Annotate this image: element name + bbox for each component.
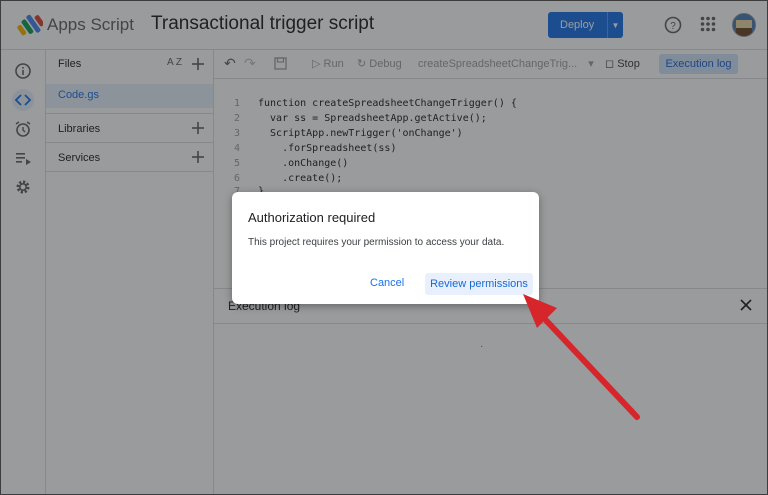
app-window: Apps Script Transactional trigger script… xyxy=(0,0,768,495)
annotation-arrow-icon xyxy=(523,294,640,420)
